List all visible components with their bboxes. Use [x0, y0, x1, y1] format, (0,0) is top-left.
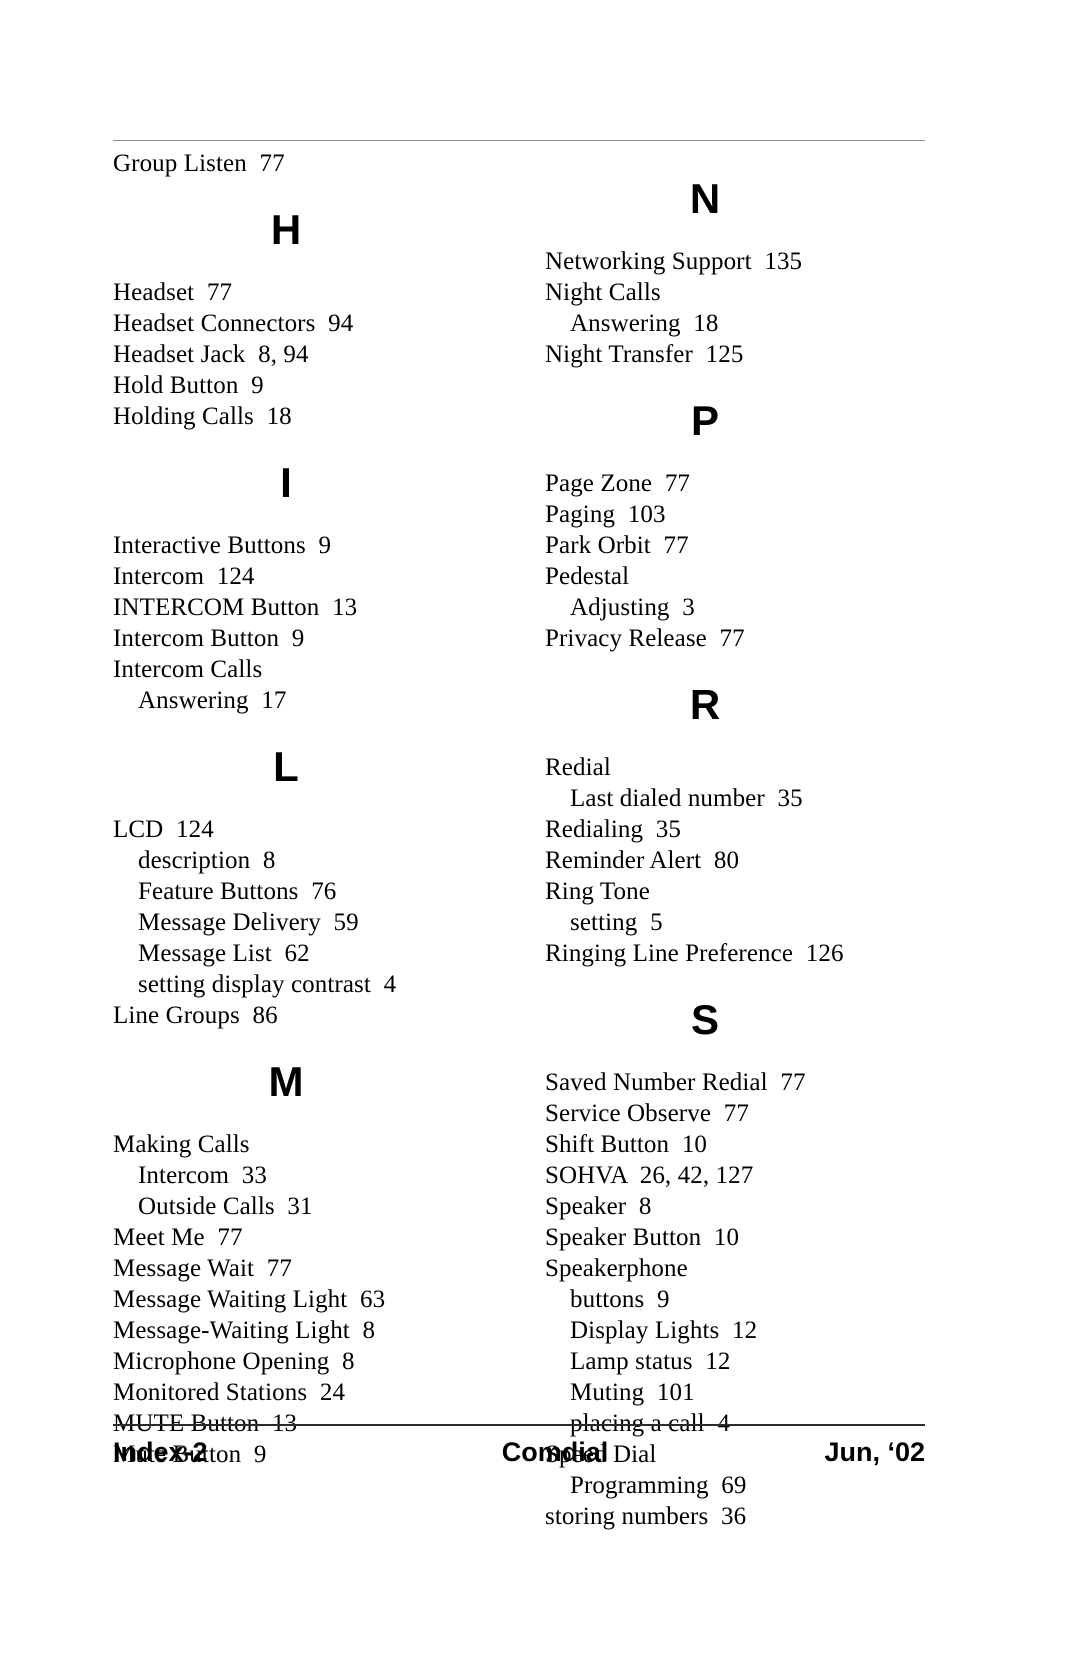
index-entry: Speakerphone	[545, 1255, 688, 1282]
index-entry: Intercom 124	[113, 563, 255, 590]
index-entry: SOHVA 26, 42, 127	[545, 1162, 754, 1189]
index-columns: Group Listen 77 H Headset 77 Headset Connec…	[113, 148, 925, 1532]
letter-heading-n: N	[689, 175, 721, 222]
index-subentry: Muting 101	[570, 1379, 695, 1406]
left-column: Group Listen 77 H Headset 77 Headset Connec…	[113, 148, 519, 1470]
index-entry: Privacy Release 77	[545, 625, 745, 652]
index-entry: Intercom Calls	[113, 656, 263, 683]
letter-heading-p: P	[690, 397, 719, 444]
index-entry: Night Calls	[545, 279, 661, 306]
index-entry: LCD 124	[113, 816, 214, 843]
index-entry: Monitored Stations 24	[113, 1379, 346, 1406]
index-entry: Saved Number Redial 77	[545, 1069, 806, 1096]
index-entry: Interactive Buttons 9	[113, 532, 332, 559]
index-subentry: setting 5	[570, 909, 663, 936]
index-subentry: Last dialed number 35	[570, 785, 803, 812]
index-entry: Message-Waiting Light 8	[113, 1317, 376, 1344]
index-entry: Paging 103	[545, 501, 666, 528]
index-entry: INTERCOM Button 13	[113, 594, 358, 621]
letter-heading-s: S	[690, 996, 719, 1043]
index-entry: Ring Tone	[545, 878, 650, 905]
index-subentry: Outside Calls 31	[138, 1193, 313, 1220]
index-subentry: setting display contrast 4	[138, 971, 397, 998]
index-subentry: Lamp status 12	[570, 1348, 731, 1375]
index-entry: Reminder Alert 80	[545, 847, 740, 874]
index-entry: Message Wait 77	[113, 1255, 292, 1282]
index-subentry: Intercom 33	[138, 1162, 267, 1189]
index-entry: Speaker Button 10	[545, 1224, 740, 1251]
index-entry: Line Groups 86	[113, 1002, 278, 1029]
index-entry: Group Listen 77	[113, 150, 285, 177]
index-entry: Message Waiting Light 63	[113, 1286, 386, 1313]
index-entry: Redialing 35	[545, 816, 682, 843]
index-subentry: buttons 9	[570, 1286, 670, 1313]
index-entry: Service Observe 77	[545, 1100, 749, 1127]
letter-heading-m: M	[268, 1058, 304, 1105]
page-footer: Index-2 Comdial Jun, ‘02	[113, 1437, 925, 1468]
footer-date: Jun, ‘02	[824, 1437, 925, 1467]
index-entry: Intercom Button 9	[113, 625, 305, 652]
index-subentry: Adjusting 3	[570, 594, 695, 621]
index-entry: Redial	[545, 754, 611, 781]
footer-rule	[113, 1424, 925, 1426]
index-entry: Headset 77	[113, 279, 233, 306]
letter-heading-l: L	[273, 743, 299, 790]
index-subentry: Display Lights 12	[570, 1317, 758, 1344]
header-rule	[113, 140, 925, 141]
index-entry: Shift Button 10	[545, 1131, 708, 1158]
letter-heading-r: R	[689, 681, 721, 728]
letter-heading-h: H	[270, 206, 302, 253]
index-entry: Night Transfer 125	[545, 341, 744, 368]
index-page: Group Listen 77 H Headset 77 Headset Connec…	[0, 0, 1080, 1669]
index-subentry: Answering 17	[138, 687, 287, 714]
index-entry: Headset Jack 8, 94	[113, 341, 309, 368]
index-subentry: Feature Buttons 76	[138, 878, 337, 905]
index-entry: Holding Calls 18	[113, 403, 292, 430]
index-subentry: description 8	[138, 847, 276, 874]
index-entry: Speaker 8	[545, 1193, 652, 1220]
index-entry: Pedestal	[545, 563, 630, 590]
index-entry: Meet Me 77	[113, 1224, 243, 1251]
index-subentry: Answering 18	[570, 310, 719, 337]
index-entry: Ringing Line Preference 126	[545, 940, 844, 967]
letter-heading-i: I	[280, 459, 292, 506]
index-subentry: Programming 69	[570, 1472, 747, 1499]
index-entry: Making Calls	[113, 1131, 250, 1158]
index-subentry: Message Delivery 59	[138, 909, 359, 936]
index-subentry: Message List 62	[138, 940, 310, 967]
footer-company-name: Comdial	[501, 1437, 609, 1467]
index-entry: Networking Support 135	[545, 248, 803, 275]
index-entry: Page Zone 77	[545, 470, 691, 497]
index-entry: storing numbers 36	[545, 1503, 747, 1530]
index-entry: Microphone Opening 8	[113, 1348, 355, 1375]
right-column: N Networking Support 135 Night Calls Answer…	[519, 148, 925, 1532]
index-entry: Park Orbit 77	[545, 532, 689, 559]
footer-page-number: Index-2	[113, 1437, 208, 1467]
index-entry: Headset Connectors 94	[113, 310, 354, 337]
index-entry: Hold Button 9	[113, 372, 264, 399]
